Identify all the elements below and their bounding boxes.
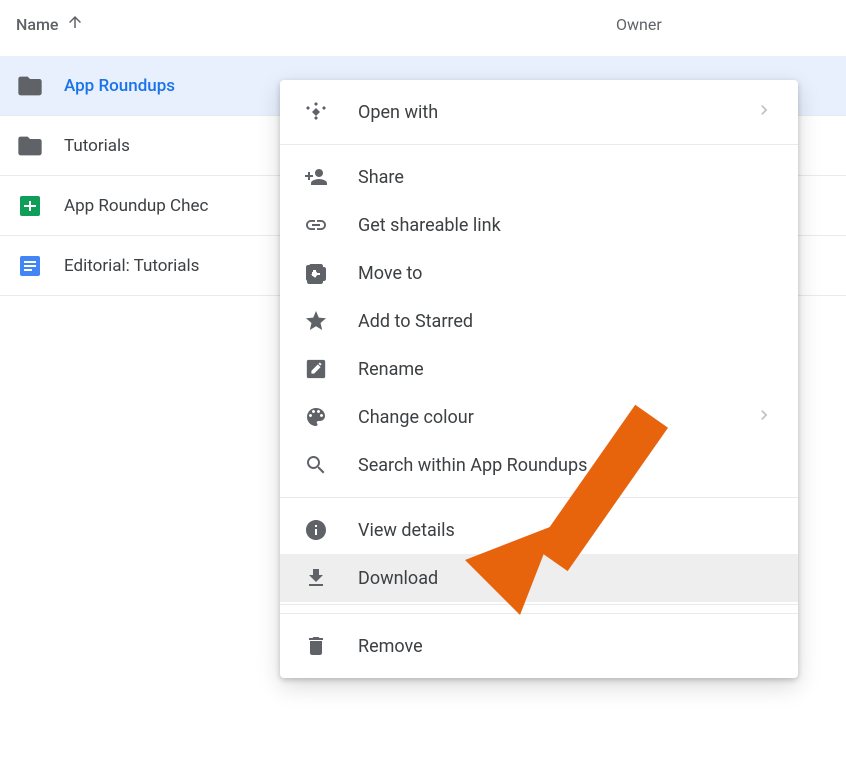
open-with-icon (304, 100, 328, 124)
menu-download[interactable]: Download (280, 554, 798, 602)
file-name: App Roundup Chec (64, 196, 208, 216)
menu-label: Share (358, 167, 404, 188)
trash-icon (304, 634, 328, 658)
column-header-name[interactable]: Name (16, 13, 616, 35)
chevron-right-icon (754, 100, 774, 125)
sheets-icon (16, 192, 44, 220)
menu-share[interactable]: Share (280, 153, 798, 201)
menu-add-starred[interactable]: Add to Starred (280, 297, 798, 345)
menu-search-within[interactable]: Search within App Roundups (280, 441, 798, 489)
download-icon (304, 566, 328, 590)
folder-icon (16, 72, 44, 100)
menu-label: View details (358, 520, 455, 541)
chevron-right-icon (754, 405, 774, 430)
menu-label: Search within App Roundups (358, 455, 587, 476)
info-icon (304, 518, 328, 542)
rename-icon (304, 357, 328, 381)
menu-divider (280, 497, 798, 498)
folder-move-icon (304, 261, 328, 285)
palette-icon (304, 405, 328, 429)
column-header-owner[interactable]: Owner (616, 15, 662, 34)
docs-icon (16, 252, 44, 280)
folder-icon (16, 132, 44, 160)
star-icon (304, 309, 328, 333)
file-name: Editorial: Tutorials (64, 256, 199, 276)
menu-label: Get shareable link (358, 215, 501, 236)
menu-label: Move to (358, 263, 422, 284)
search-icon (304, 453, 328, 477)
column-header-row: Name Owner (0, 0, 846, 48)
menu-remove[interactable]: Remove (280, 622, 798, 670)
file-name: Tutorials (64, 136, 130, 156)
menu-get-link[interactable]: Get shareable link (280, 201, 798, 249)
sort-ascending-icon (66, 13, 84, 35)
menu-label: Open with (358, 102, 724, 123)
menu-label: Remove (358, 636, 423, 657)
name-header-label: Name (16, 15, 58, 34)
menu-divider (280, 144, 798, 145)
menu-open-with[interactable]: Open with (280, 88, 798, 136)
menu-label: Change colour (358, 407, 724, 428)
menu-view-details[interactable]: View details (280, 506, 798, 554)
owner-header-label: Owner (616, 15, 662, 34)
menu-label: Rename (358, 359, 424, 380)
context-menu: Open with Share Get shareable link Move … (280, 80, 798, 678)
menu-divider (280, 613, 798, 614)
menu-change-colour[interactable]: Change colour (280, 393, 798, 441)
menu-label: Add to Starred (358, 311, 473, 332)
menu-label: Download (358, 568, 438, 589)
person-add-icon (304, 165, 328, 189)
file-name: App Roundups (64, 76, 175, 96)
menu-move-to[interactable]: Move to (280, 249, 798, 297)
menu-divider (280, 604, 798, 605)
link-icon (304, 213, 328, 237)
menu-rename[interactable]: Rename (280, 345, 798, 393)
